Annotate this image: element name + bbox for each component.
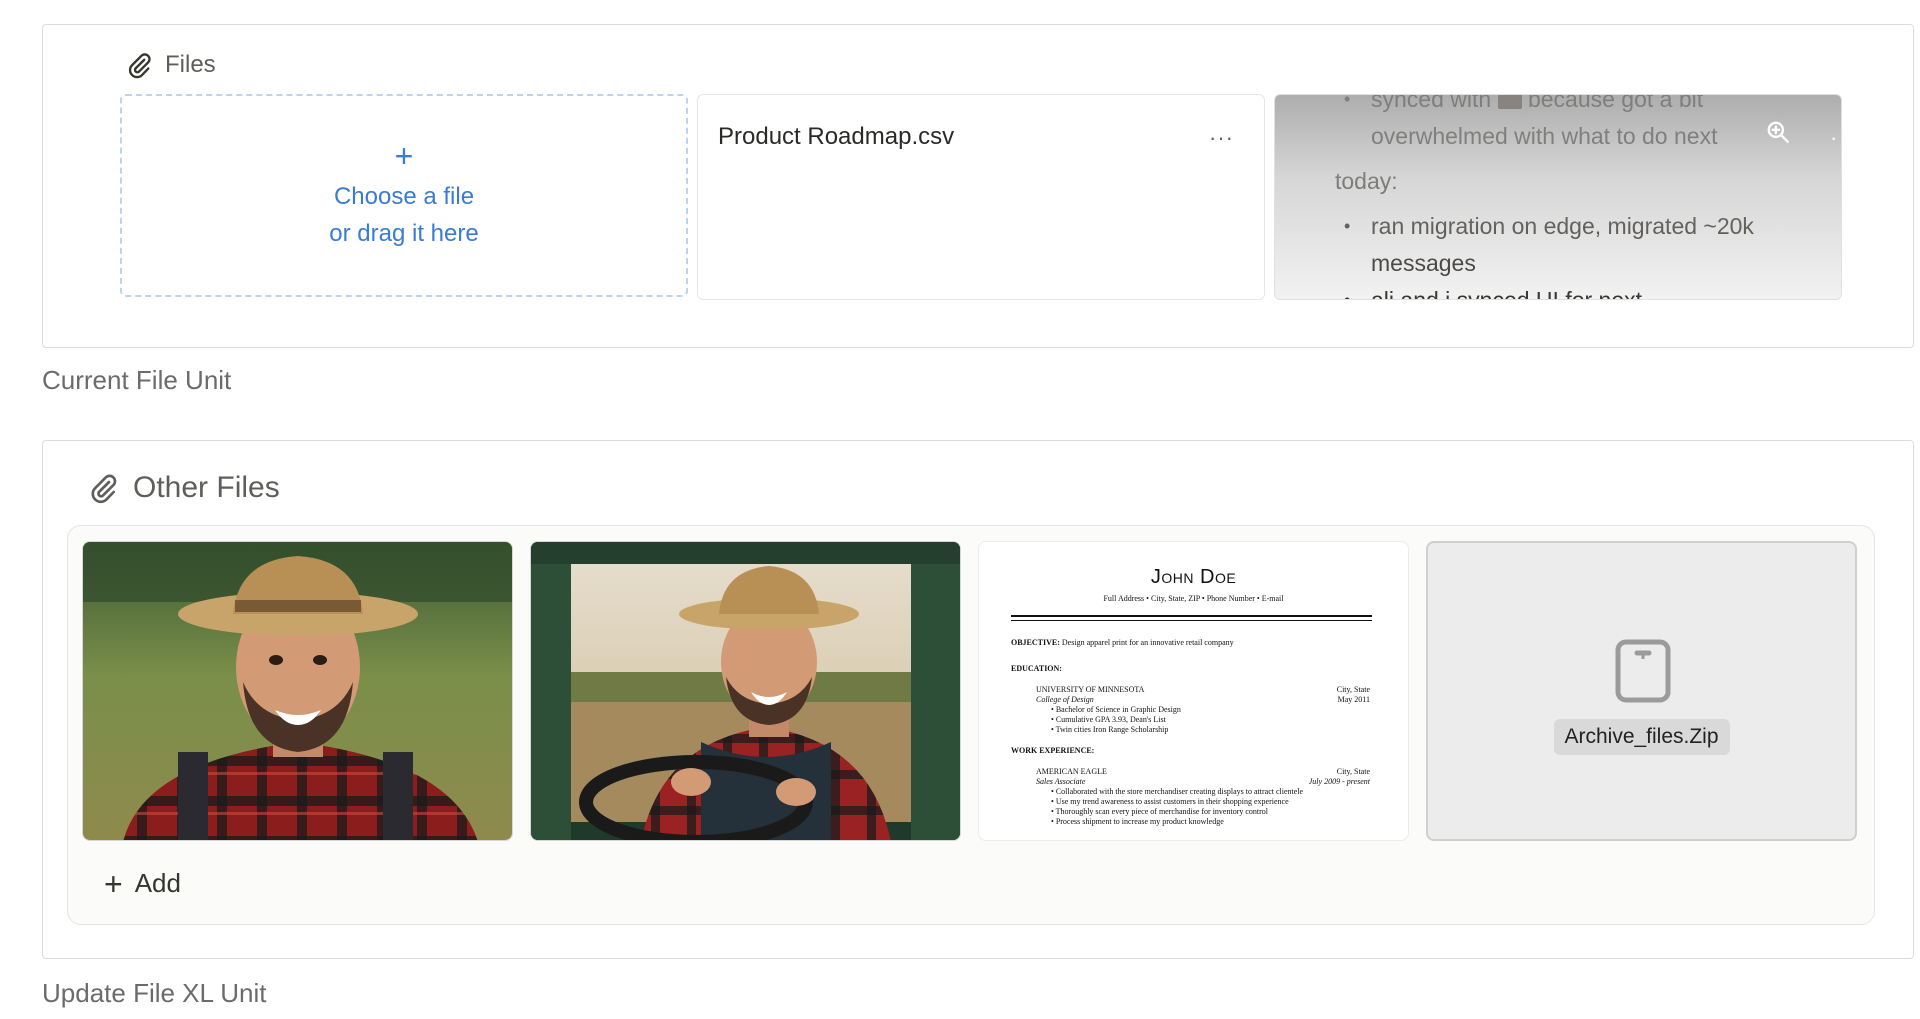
resume-grad-date: May 2011 [1337,695,1370,704]
list-item: • Twin cities Iron Range Scholarship [1051,725,1169,734]
more-options-icon[interactable]: ··· [1830,127,1841,149]
file-card-note-preview[interactable]: synced with because got a bit overwhelme… [1274,94,1842,300]
divider [1011,615,1372,617]
list-item: • Use my trend awareness to assist custo… [1051,797,1289,806]
file-card-csv[interactable]: Product Roadmap.csv ··· [697,94,1265,300]
files-panel: Files + Choose a file or drag it here Pr… [42,24,1914,348]
paperclip-icon [91,474,117,504]
list-item: • Cumulative GPA 3.93, Dean's List [1051,715,1166,724]
plus-icon: + [104,865,123,902]
files-title: Files [165,51,216,78]
add-label: Add [134,868,181,898]
resume-contact: Full Address • City, State, ZIP • Phone … [1103,594,1284,603]
list-item: • Process shipment to increase my produc… [1051,817,1224,826]
file-thumbnail-archive[interactable]: Archive_files.Zip [1426,541,1857,841]
other-files-header: Other Files [87,471,280,505]
resume-job-title: Sales Associate [1036,777,1086,786]
add-file-button[interactable]: + Add [104,865,181,902]
resume-school-location: City, State [1336,685,1370,694]
list-item: • Thoroughly scan every piece of merchan… [1051,807,1269,816]
document-thumbnail-resume[interactable]: John Doe Full Address • City, State, ZIP… [978,541,1409,841]
more-options-icon[interactable]: ··· [1209,127,1234,149]
file-upload-dropzone[interactable]: + Choose a file or drag it here [120,94,688,297]
resume-college: College of Design [1036,695,1094,704]
other-files-panel: Other Files John Doe Full Address • City… [42,440,1914,959]
list-item: • Collaborated with the store merchandis… [1051,787,1304,796]
file-name: Product Roadmap.csv [718,123,955,150]
resume-school: UNIVERSITY OF MINNESOTA [1036,685,1145,694]
farmer-tractor-image [531,542,960,840]
note-paragraph: today: [1335,168,1398,194]
list-item: synced with because got a bit overwhelme… [1344,95,1801,155]
image-thumbnail-farmer-portrait[interactable] [82,541,513,841]
paperclip-icon [128,53,151,79]
upload-choose-text: Choose a file [333,182,475,210]
image-icon [1497,95,1522,109]
resume-name: John Doe [1150,566,1237,588]
upload-drag-text: or drag it here [329,219,479,247]
resume-employer: AMERICAN EAGLE [1036,767,1107,776]
resume-preview: John Doe Full Address • City, State, ZIP… [979,542,1408,840]
divider [1011,620,1372,621]
other-files-title: Other Files [133,471,280,504]
resume-education-label: EDUCATION: [1011,664,1062,673]
file-gallery: John Doe Full Address • City, State, ZIP… [67,525,1875,925]
image-thumbnail-farmer-tractor[interactable] [530,541,961,841]
list-item: • Bachelor of Science in Graphic Design [1051,705,1181,714]
list-item: ran migration on edge, migrated ~20k mes… [1344,208,1801,282]
resume-employer-location: City, State [1336,767,1370,776]
zoom-in-icon[interactable] [1765,119,1791,145]
resume-objective: OBJECTIVE: Design apparel print for an i… [1011,638,1234,647]
plus-icon: + [394,137,414,174]
farmer-portrait-image [83,542,512,840]
files-header: Files [125,51,216,79]
resume-job-dates: July 2009 - present [1308,777,1370,786]
archive-file-icon [1615,639,1671,703]
note-preview-text: synced with because got a bit overwhelme… [1335,95,1801,299]
update-file-xl-unit-caption: Update File XL Unit [42,978,267,1008]
list-item: ali and i synced UI for next... [1344,282,1801,299]
current-file-unit-caption: Current File Unit [42,365,232,395]
archive-file-name: Archive_files.Zip [1553,719,1730,755]
resume-work-label: WORK EXPERIENCE: [1011,746,1095,755]
